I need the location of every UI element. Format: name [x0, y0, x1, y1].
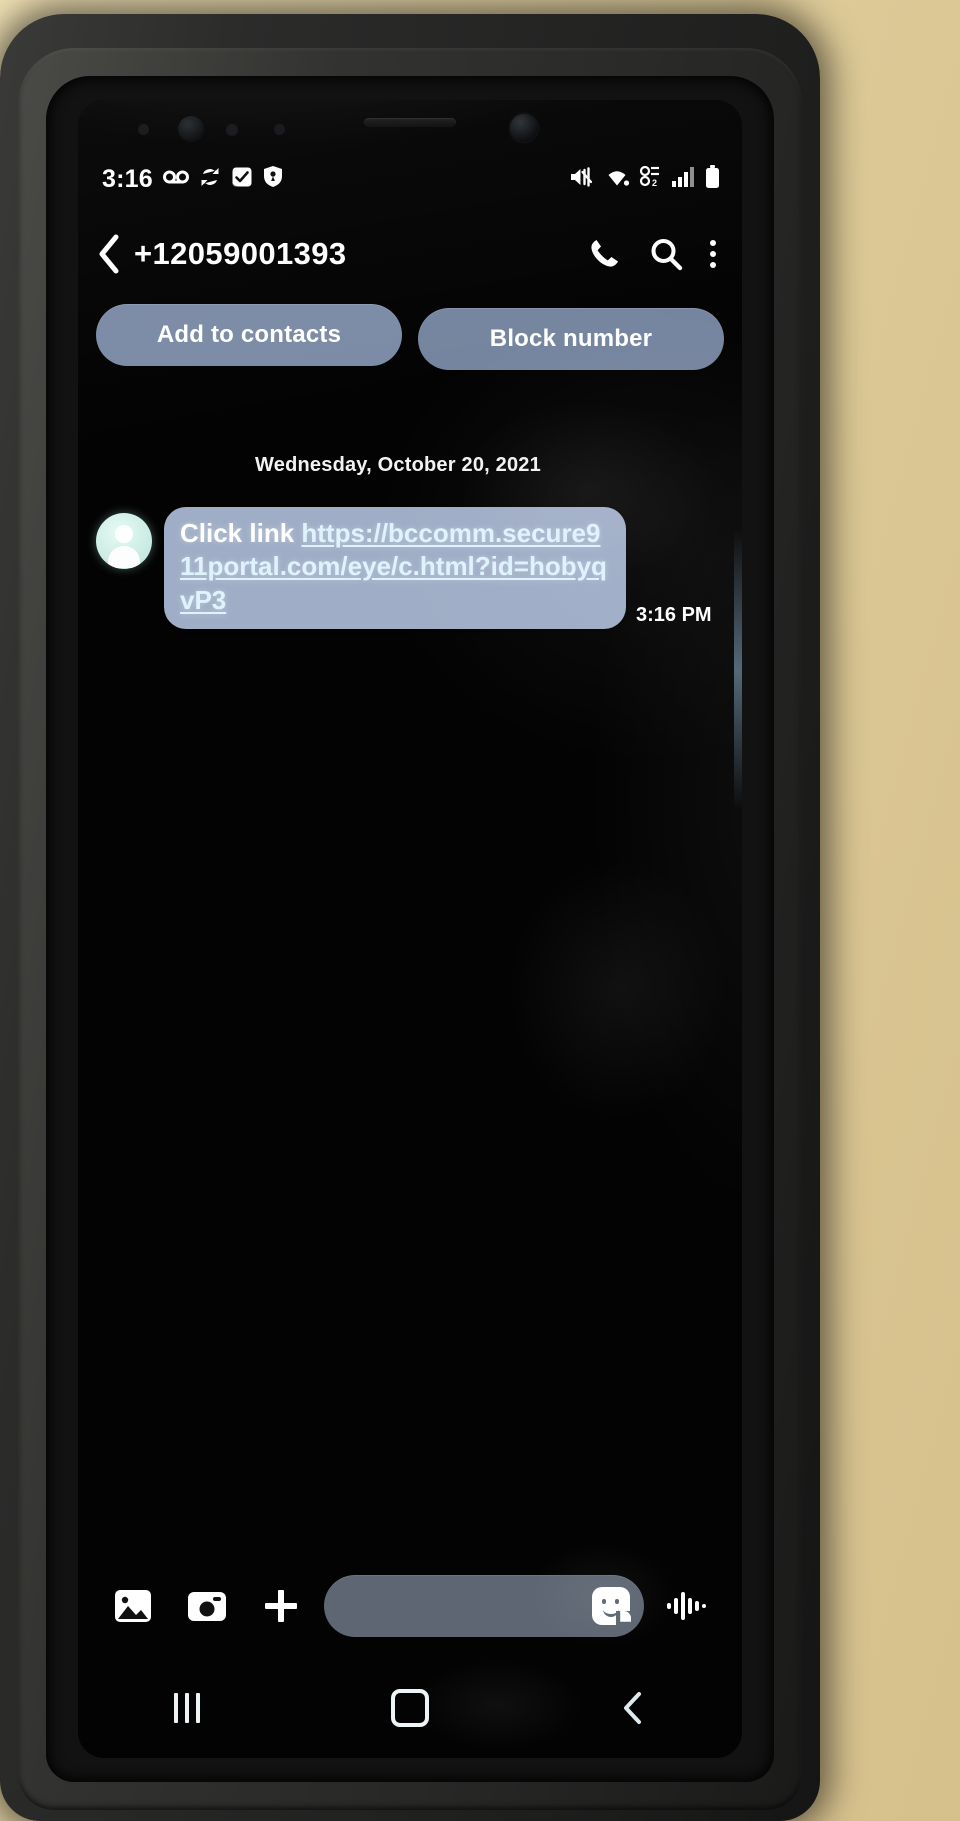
led-indicator-icon [274, 124, 285, 135]
gallery-icon [115, 1590, 151, 1622]
status-bar: 3:16 2 [78, 158, 742, 200]
date-separator: Wednesday, October 20, 2021 [255, 454, 541, 476]
status-time: 3:16 [102, 164, 153, 193]
plus-icon [265, 1590, 297, 1622]
gallery-button[interactable] [96, 1585, 170, 1627]
wifi-icon [604, 166, 630, 192]
home-button[interactable] [390, 1689, 429, 1727]
proximity-sensor-icon [138, 124, 149, 135]
page-title: +12059001393 [134, 236, 347, 271]
front-camera-icon [510, 114, 538, 142]
chevron-left-icon [99, 234, 119, 274]
status-bar-left: 3:16 [78, 165, 283, 194]
message-check-icon [231, 166, 253, 193]
phone-icon [591, 240, 618, 267]
message-input[interactable] [324, 1575, 644, 1637]
signal-sim-icon: 2 [639, 165, 663, 193]
message-timestamp: 3:16 PM [636, 603, 712, 626]
svg-text:2: 2 [652, 178, 657, 188]
screen-smudge [508, 860, 728, 1120]
earpiece-speaker [364, 118, 456, 127]
phone-screen: 3:16 2 +12059001393 Add to contacts Bloc… [78, 100, 742, 1758]
mute-icon [569, 166, 595, 193]
phone-case: 3:16 2 +12059001393 Add to contacts Bloc… [0, 14, 820, 1821]
voicemail-icon [162, 168, 189, 191]
call-button[interactable] [586, 236, 622, 272]
camera-button[interactable] [170, 1585, 244, 1627]
light-sensor-icon [226, 124, 238, 136]
add-to-contacts-button[interactable]: Add to contacts [96, 304, 402, 366]
shield-icon [263, 165, 283, 193]
block-number-button[interactable]: Block number [418, 308, 724, 370]
voice-recording-button[interactable] [650, 1589, 724, 1623]
message-bubble[interactable]: Click link https://bccomm.secure911porta… [164, 507, 626, 629]
avatar [96, 513, 152, 569]
sticker-icon[interactable] [592, 1587, 631, 1626]
back-button[interactable] [78, 233, 134, 275]
sync-icon [199, 166, 221, 193]
chevron-left-icon [624, 1692, 642, 1724]
sensor-cluster [78, 100, 742, 166]
header-actions [586, 236, 742, 272]
camera-icon [188, 1592, 226, 1621]
add-attachment-button[interactable] [244, 1585, 318, 1627]
search-icon [651, 239, 683, 271]
kebab-menu-icon [710, 240, 716, 268]
signal-bars-icon [672, 166, 696, 193]
search-button[interactable] [648, 236, 684, 272]
android-nav-bar [78, 1658, 742, 1758]
battery-icon [705, 164, 720, 194]
iris-scanner-icon [178, 116, 204, 142]
message-row: Click link https://bccomm.secure911porta… [78, 507, 742, 629]
message-text: Click link https://bccomm.secure911porta… [180, 517, 610, 617]
waveform-icon [667, 1592, 706, 1620]
message-prefix: Click link [180, 518, 302, 548]
more-options-button[interactable] [710, 240, 716, 268]
contact-action-chips: Add to contacts Block number [78, 304, 742, 370]
conversation-header: +12059001393 [78, 208, 742, 300]
recents-button[interactable] [173, 1693, 200, 1723]
message-thread: Wednesday, October 20, 2021 Click link h… [78, 400, 742, 629]
compose-bar [78, 1558, 742, 1654]
status-bar-right: 2 [569, 164, 742, 194]
nav-back-button[interactable] [620, 1691, 646, 1725]
curved-edge-glow [734, 530, 742, 810]
